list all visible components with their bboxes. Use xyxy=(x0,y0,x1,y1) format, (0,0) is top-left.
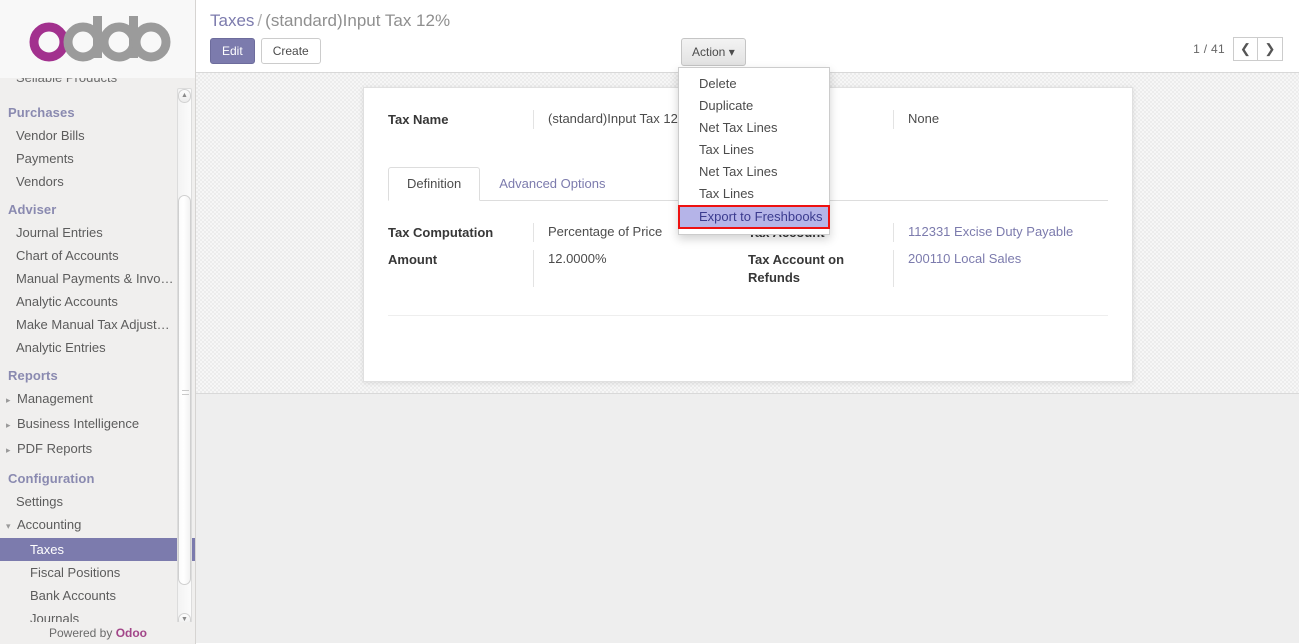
sidebar-item-vendors[interactable]: Vendors xyxy=(0,170,195,193)
pager-buttons: ❮ ❯ xyxy=(1233,37,1283,61)
edit-button[interactable]: Edit xyxy=(210,38,255,64)
menu-item-net-tax-lines-1[interactable]: Net Tax Lines xyxy=(679,117,829,139)
breadcrumb-separator: / xyxy=(257,11,263,30)
sidebar-item-label: Accounting xyxy=(17,517,82,532)
sidebar-section-configuration: Configuration xyxy=(8,471,95,486)
field-label-tax-computation: Tax Computation xyxy=(388,225,494,240)
odoo-logo[interactable] xyxy=(0,0,195,78)
powered-by-brand[interactable]: Odoo xyxy=(116,626,147,640)
tab-definition[interactable]: Definition xyxy=(388,167,481,201)
action-button-label: Action xyxy=(692,45,726,59)
field-amount: Amount 12.0000% xyxy=(388,250,748,287)
menu-item-duplicate[interactable]: Duplicate xyxy=(679,95,829,117)
breadcrumb-taxes[interactable]: Taxes xyxy=(210,11,254,30)
sidebar-item-bank-accounts[interactable]: Bank Accounts xyxy=(0,584,195,607)
pager-previous-icon[interactable]: ❮ xyxy=(1233,37,1258,61)
sidebar-item-manual-payments-invoices[interactable]: Manual Payments & Invo… xyxy=(0,267,195,290)
sidebar-item-make-manual-tax-adjustments[interactable]: Make Manual Tax Adjust… xyxy=(0,313,195,336)
sidebar-item-business-intelligence[interactable]: ▸ Business Intelligence xyxy=(0,412,195,437)
sidebar-item-analytic-accounts[interactable]: Analytic Accounts xyxy=(0,290,195,313)
chevron-down-icon: ▾ xyxy=(6,521,11,531)
pager-next-icon[interactable]: ❯ xyxy=(1258,37,1283,61)
sidebar-item-pdf-reports[interactable]: ▸ PDF Reports xyxy=(0,437,195,462)
sidebar-section-purchases: Purchases xyxy=(8,105,75,120)
menu-item-delete[interactable]: Delete xyxy=(679,73,829,95)
form-row-2: Amount 12.0000% Tax Account on Refunds 2… xyxy=(388,250,1108,287)
sidebar-item-journal-entries[interactable]: Journal Entries xyxy=(0,221,195,244)
sidebar-section-adviser: Adviser xyxy=(8,202,57,217)
scroll-up-arrow-icon[interactable]: ▲ xyxy=(178,89,191,103)
form-divider xyxy=(388,315,1108,316)
sidebar-item-taxes[interactable]: Taxes xyxy=(0,538,195,561)
pager-count: 1 / 41 xyxy=(1193,42,1225,56)
sidebar-item-accounting[interactable]: ▾ Accounting xyxy=(0,513,195,538)
scrollbar-grip-icon xyxy=(182,390,189,395)
menu-item-tax-lines-1[interactable]: Tax Lines xyxy=(679,139,829,161)
sidebar-item-label: Business Intelligence xyxy=(17,416,140,431)
record-buttons: Edit Create xyxy=(210,38,1285,64)
menu-item-tax-lines-2[interactable]: Tax Lines xyxy=(679,183,829,205)
field-value-amount[interactable]: 12.0000% xyxy=(533,250,748,287)
action-button[interactable]: Action ▾ xyxy=(681,38,746,66)
sidebar-item-chart-of-accounts[interactable]: Chart of Accounts xyxy=(0,244,195,267)
sidebar-item-label: Management xyxy=(17,391,93,406)
create-button[interactable]: Create xyxy=(260,38,321,64)
menu-item-net-tax-lines-2[interactable]: Net Tax Lines xyxy=(679,161,829,183)
sidebar-section-reports: Reports xyxy=(8,368,58,383)
field-label-amount: Amount xyxy=(388,252,438,267)
sidebar-nav: Sellable Products Purchases Vendor Bills… xyxy=(0,78,195,622)
scrollbar-thumb[interactable] xyxy=(178,195,191,585)
sidebar-item-management[interactable]: ▸ Management xyxy=(0,387,195,412)
main-content: Taxes / (standard)Input Tax 12% Edit Creat… xyxy=(196,0,1299,644)
chevron-right-icon: ▸ xyxy=(6,445,11,455)
breadcrumb: Taxes / (standard)Input Tax 12% xyxy=(210,10,1285,32)
control-panel: Taxes / (standard)Input Tax 12% Edit Creat… xyxy=(196,0,1299,235)
action-dropdown-menu: Delete Duplicate Net Tax Lines Tax Lines… xyxy=(678,67,830,235)
chevron-right-icon: ▸ xyxy=(6,395,11,405)
powered-by-footer: Powered by Odoo xyxy=(0,622,195,644)
odoo-app-window: Sellable Products Purchases Vendor Bills… xyxy=(0,0,1299,644)
sidebar-item-label: PDF Reports xyxy=(17,441,93,456)
action-dropdown-wrapper: Action ▾ Delete Duplicate Net Tax Lines … xyxy=(678,38,830,235)
sidebar: Sellable Products Purchases Vendor Bills… xyxy=(0,0,196,644)
field-value-tax-account[interactable]: 112331 Excise Duty Payable xyxy=(893,223,1108,242)
odoo-logo-icon xyxy=(29,16,170,62)
field-tax-account-on-refunds: Tax Account on Refunds 200110 Local Sale… xyxy=(748,250,1108,287)
field-value-header-right[interactable]: None xyxy=(893,110,1108,129)
breadcrumb-current: (standard)Input Tax 12% xyxy=(265,11,451,30)
sidebar-item-settings[interactable]: Settings xyxy=(0,490,195,513)
sidebar-item-payments[interactable]: Payments xyxy=(0,147,195,170)
sidebar-item-vendor-bills[interactable]: Vendor Bills xyxy=(0,124,195,147)
caret-down-icon: ▾ xyxy=(728,45,735,59)
field-value-tax-account-on-refunds[interactable]: 200110 Local Sales xyxy=(893,250,1108,287)
field-label-tax-name: Tax Name xyxy=(388,112,449,127)
sidebar-item-analytic-entries[interactable]: Analytic Entries xyxy=(0,336,195,359)
chevron-right-icon: ▸ xyxy=(6,420,11,430)
sidebar-scrollbar[interactable]: ▲ ▼ xyxy=(177,88,192,628)
powered-by-text: Powered by xyxy=(48,626,116,640)
sidebar-item-sellable-products[interactable]: Sellable Products xyxy=(0,78,195,90)
sidebar-item-fiscal-positions[interactable]: Fiscal Positions xyxy=(0,561,195,584)
bottom-empty-area xyxy=(196,394,1299,643)
tab-advanced-options[interactable]: Advanced Options xyxy=(480,167,624,201)
sidebar-item-journals[interactable]: Journals xyxy=(0,607,195,622)
field-label-tax-account-on-refunds: Tax Account on Refunds xyxy=(748,252,845,285)
menu-item-export-to-freshbooks[interactable]: Export to Freshbooks xyxy=(678,205,830,229)
pager: 1 / 41 ❮ ❯ xyxy=(1193,37,1283,61)
